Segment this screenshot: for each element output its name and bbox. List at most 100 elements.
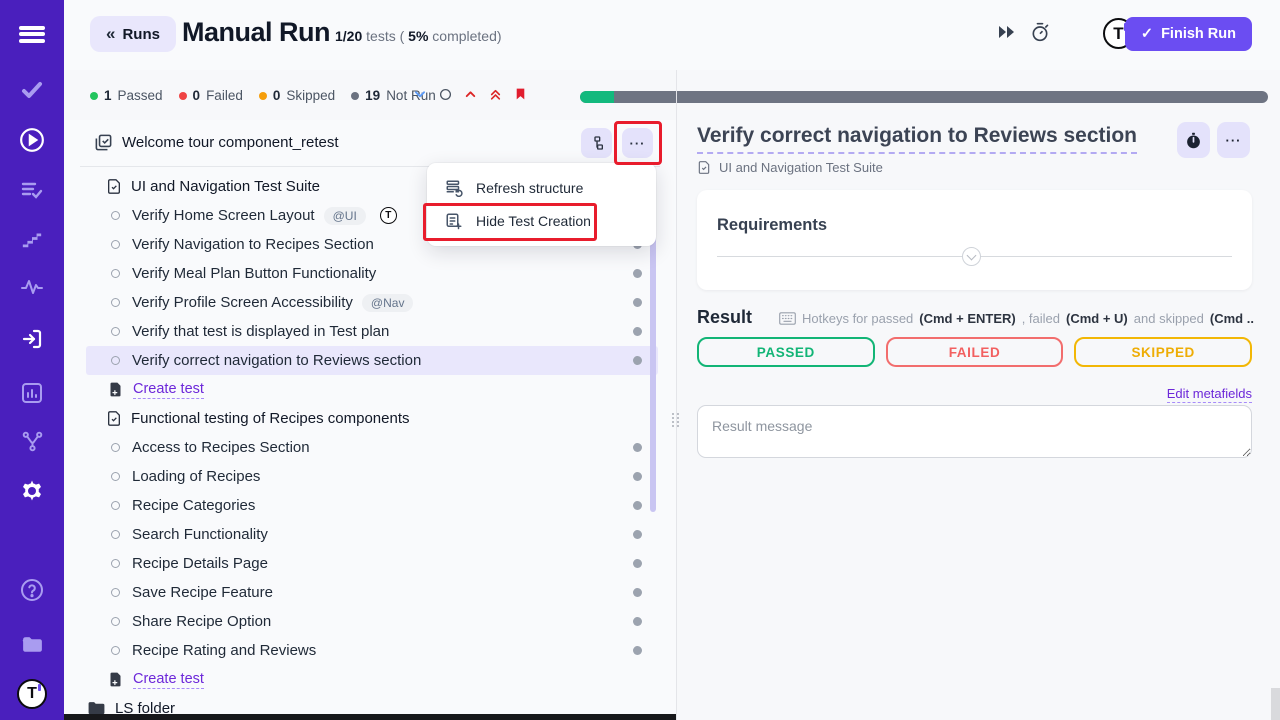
test-row[interactable]: Verify correct navigation to Reviews sec… — [86, 346, 658, 375]
circle-outline-icon[interactable] — [437, 86, 453, 102]
test-row[interactable]: Search Functionality — [86, 520, 658, 549]
suite-name: UI and Navigation Test Suite — [131, 178, 320, 195]
test-suite-breadcrumb: UI and Navigation Test Suite — [697, 160, 883, 175]
sidebar-item-branches[interactable] — [0, 421, 64, 461]
runs-button-label: Runs — [122, 26, 160, 43]
hotkeys-text: Hotkeys for passed — [802, 311, 913, 326]
test-title[interactable]: Verify correct navigation to Reviews sec… — [697, 124, 1137, 154]
sidebar-item-logo[interactable]: T — [0, 674, 64, 714]
hotkeys-text: (Cmd ... — [1210, 311, 1254, 326]
test-bullet-icon — [111, 501, 120, 510]
sidebar-item-pulse[interactable] — [0, 267, 64, 307]
test-more-button[interactable]: ··· — [1217, 122, 1250, 158]
status-bar: 1Passed0Failed0Skipped19Not Run — [64, 70, 1280, 120]
test-row[interactable]: Verify Meal Plan Button Functionality — [86, 259, 658, 288]
tree-body: UI and Navigation Test SuiteVerify Home … — [64, 172, 676, 720]
test-tag-badge: @Nav — [362, 294, 414, 312]
main-sidebar: T — [0, 0, 64, 720]
sidebar-item-test-plans[interactable] — [0, 170, 64, 210]
sidebar-item-help[interactable] — [0, 570, 64, 610]
suite-row[interactable]: Functional testing of Recipes components — [86, 404, 658, 433]
progress-fill — [580, 91, 614, 103]
run-progress-text: 1/20 tests ( 5% completed) — [335, 28, 502, 44]
finish-run-button[interactable]: ✓ Finish Run — [1125, 17, 1252, 51]
sidebar-item-import[interactable] — [0, 319, 64, 359]
sidebar-item-steps[interactable] — [0, 219, 64, 259]
passed-button[interactable]: PASSED — [697, 337, 875, 367]
test-row[interactable]: Access to Recipes Section — [86, 433, 658, 462]
menu-item-hide-test-creation[interactable]: Hide Test Creation — [427, 204, 656, 237]
test-row[interactable]: Recipe Categories — [86, 491, 658, 520]
skipped-button[interactable]: SKIPPED — [1074, 337, 1252, 367]
file-check-icon — [697, 160, 711, 175]
test-bullet-icon — [111, 240, 120, 249]
finish-run-label: Finish Run — [1161, 26, 1236, 42]
status-dot — [90, 92, 98, 100]
edit-metafields-link[interactable]: Edit metafields — [1167, 386, 1252, 403]
hotkeys-text: (Cmd + ENTER) — [919, 311, 1015, 326]
create-test-row[interactable]: Create test — [86, 665, 658, 694]
folder-icon — [20, 632, 45, 657]
test-status-dot — [633, 530, 642, 539]
status-counts: 1Passed0Failed0Skipped19Not Run — [90, 88, 436, 103]
menu-item-label: Refresh structure — [476, 180, 583, 196]
sidebar-item-projects[interactable] — [0, 624, 64, 664]
bookmark-icon[interactable] — [512, 86, 528, 102]
tree-more-dropdown: Refresh structure Hide Test Creation — [427, 163, 656, 246]
structure-view-button[interactable] — [581, 128, 612, 158]
sidebar-item-menu[interactable] — [0, 14, 64, 54]
test-row[interactable]: Save Recipe Feature — [86, 578, 658, 607]
hamburger-icon — [19, 23, 45, 45]
create-test-link[interactable]: Create test — [133, 671, 204, 689]
file-check-icon — [106, 410, 122, 427]
gear-icon — [20, 479, 44, 503]
test-row[interactable]: Recipe Rating and Reviews — [86, 636, 658, 665]
test-name: Access to Recipes Section — [132, 439, 310, 456]
test-row[interactable]: Loading of Recipes — [86, 462, 658, 491]
result-message-input[interactable] — [697, 405, 1252, 458]
test-bullet-icon — [111, 559, 120, 568]
test-status-dot — [633, 646, 642, 655]
tree-more-button[interactable]: ··· — [622, 128, 653, 158]
failed-button[interactable]: FAILED — [886, 337, 1064, 367]
test-name: Verify Meal Plan Button Functionality — [132, 265, 376, 282]
sidebar-item-run[interactable] — [0, 120, 64, 160]
test-bullet-icon — [111, 356, 120, 365]
sidebar-item-analytics[interactable] — [0, 373, 64, 413]
expand-requirements-button[interactable] — [962, 247, 981, 266]
back-to-runs-button[interactable]: « Runs — [90, 16, 176, 52]
test-row[interactable]: Verify that test is displayed in Test pl… — [86, 317, 658, 346]
chevron-up-icon[interactable] — [462, 86, 478, 102]
keyboard-icon — [779, 312, 796, 325]
timer-button[interactable] — [1177, 122, 1210, 158]
status-count-passed: 1Passed — [90, 88, 163, 103]
test-row[interactable]: Verify Profile Screen Accessibility@Nav — [86, 288, 658, 317]
chevron-down-icon[interactable] — [412, 86, 428, 102]
hotkeys-text: , failed — [1022, 311, 1060, 326]
test-status-dot — [633, 501, 642, 510]
horizontal-scrollbar[interactable] — [64, 714, 676, 720]
test-bullet-icon — [111, 269, 120, 278]
checklist-icon — [94, 133, 113, 157]
test-row[interactable]: Recipe Details Page — [86, 549, 658, 578]
create-test-link[interactable]: Create test — [133, 381, 204, 399]
test-row[interactable]: Share Recipe Option — [86, 607, 658, 636]
list-check-icon — [20, 178, 44, 202]
steps-icon — [21, 228, 43, 250]
page-scrollbar[interactable] — [1271, 688, 1280, 720]
menu-item-refresh-structure[interactable]: Refresh structure — [427, 171, 656, 204]
double-chevron-up-icon[interactable] — [487, 86, 503, 102]
test-bullet-icon — [111, 617, 120, 626]
create-test-row[interactable]: Create test — [86, 375, 658, 404]
sidebar-item-check[interactable] — [0, 70, 64, 110]
test-status-dot — [633, 327, 642, 336]
requirements-title: Requirements — [717, 216, 827, 235]
create-test-icon — [108, 381, 123, 398]
test-status-dot — [633, 443, 642, 452]
test-tag-badge: @UI — [324, 207, 366, 225]
test-status-dot — [633, 588, 642, 597]
test-name: Save Recipe Feature — [132, 584, 273, 601]
sidebar-item-settings[interactable] — [0, 471, 64, 511]
fast-forward-icon[interactable] — [998, 25, 1016, 39]
stopwatch-icon[interactable] — [1030, 22, 1050, 42]
